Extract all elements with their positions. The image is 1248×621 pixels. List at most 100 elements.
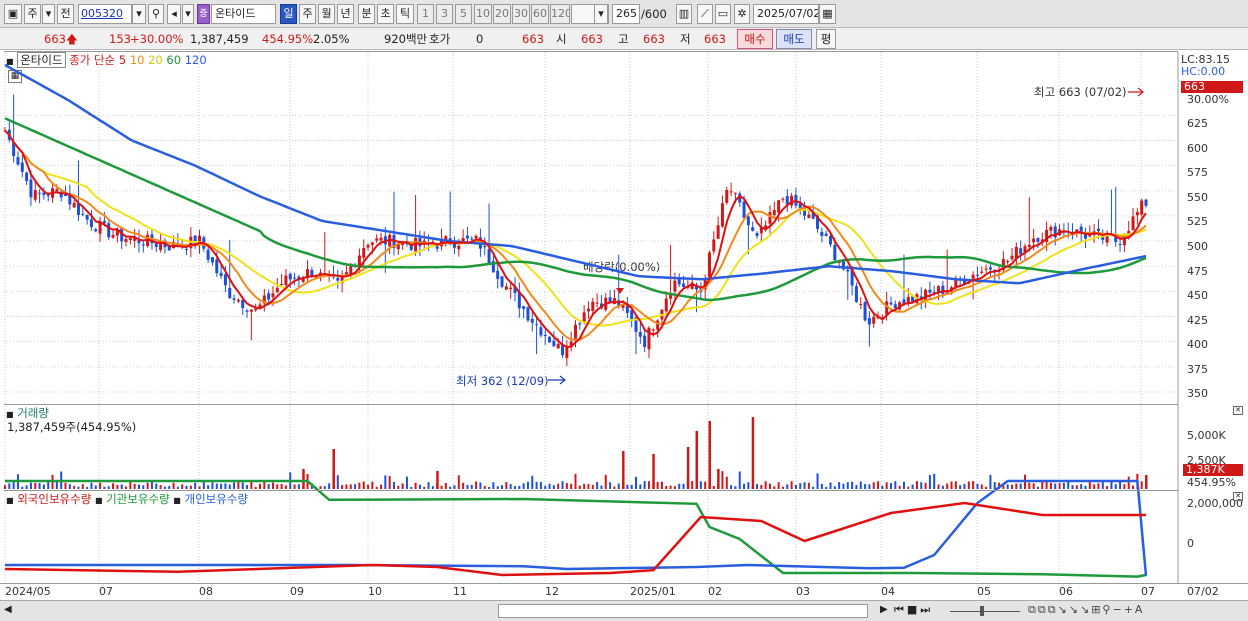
candle-body	[677, 278, 681, 285]
ma-lines	[4, 63, 1147, 348]
candle-body	[928, 289, 932, 293]
candle-body	[772, 210, 776, 216]
playback-controls-icon[interactable]: ⏮■⏭	[894, 603, 933, 617]
candle-body	[487, 248, 491, 264]
candle-body	[556, 343, 560, 349]
candle-body	[984, 268, 988, 270]
scroll-left-icon[interactable]: ◀	[4, 604, 12, 615]
vol-y-tick: 5,000K	[1187, 429, 1226, 442]
close-panel-icon[interactable]: ✕	[1233, 492, 1243, 501]
x-tick: 2025/01	[630, 585, 676, 598]
candle-body	[781, 198, 785, 200]
candle-body	[526, 307, 530, 321]
candle-body	[664, 298, 668, 312]
x-tick: 04	[881, 585, 895, 598]
candle-body	[232, 298, 236, 300]
candle-body	[777, 200, 781, 213]
legend-individual: 개인보유수량	[184, 492, 248, 506]
scroll-thumb[interactable]	[498, 604, 868, 618]
x-axis: 2024/05 07 08 09 10 11 12 2025/01 02 03 …	[0, 583, 1248, 600]
panel-bullet-icon: ■	[94, 496, 103, 505]
candle-body	[980, 271, 984, 273]
candle-body	[971, 274, 975, 279]
candle-body	[725, 190, 729, 203]
candle-body	[284, 275, 288, 286]
candle-body	[375, 238, 379, 241]
candle-body	[673, 280, 677, 292]
candle-body	[746, 216, 750, 226]
legend-institution: 기관보유수량	[106, 492, 170, 506]
candle-body	[94, 229, 98, 232]
candle-body	[574, 324, 577, 339]
candle-body	[370, 242, 374, 245]
volume-current-value: 1,387,459주(454.95%)	[7, 420, 137, 434]
candle-body	[867, 318, 871, 325]
candle-body	[941, 285, 945, 294]
candle-body	[872, 316, 876, 324]
zoom-slider-handle[interactable]	[980, 606, 984, 616]
candle-body	[712, 239, 716, 252]
candle-body	[1140, 200, 1144, 215]
candle-body	[578, 323, 582, 325]
volume-panel[interactable]	[4, 404, 1178, 490]
candle-body	[552, 340, 556, 347]
price-candles	[3, 94, 1148, 367]
candle-body	[89, 219, 93, 228]
candle-body	[236, 299, 240, 302]
candle-body	[707, 252, 711, 278]
candle-body	[228, 287, 232, 299]
candle-body	[154, 243, 158, 248]
candle-body	[1032, 238, 1036, 243]
candle-body	[893, 304, 897, 309]
drawing-tools-icon[interactable]: ⧉⧉⧉↘↘↘⊞⚲−+A	[1028, 603, 1144, 617]
candle-body	[643, 335, 647, 347]
candle-body	[33, 190, 37, 200]
candle-body	[863, 302, 867, 321]
holding-legend: ■ 외국인보유수량 ■ 기관보유수량 ■ 개인보유수량	[6, 491, 248, 507]
candle-body	[1010, 255, 1014, 260]
candle-body	[483, 246, 487, 248]
candle-body	[833, 244, 837, 261]
candle-body	[249, 309, 253, 312]
ma120-line	[4, 63, 1147, 285]
candle-body	[751, 227, 755, 231]
candle-body	[141, 244, 145, 246]
x-tick: 07	[1141, 585, 1155, 598]
candle-body	[565, 346, 569, 359]
candle-body	[561, 345, 565, 356]
ma10-line	[4, 129, 1147, 341]
candle-body	[1049, 226, 1053, 231]
candle-body	[716, 225, 720, 239]
scroll-right-icon[interactable]: ▶	[880, 604, 888, 615]
x-tick: 10	[368, 585, 382, 598]
candle-body	[111, 235, 115, 238]
candle-body	[85, 214, 89, 220]
low-arrow-icon	[548, 375, 566, 385]
candle-body	[720, 203, 724, 227]
candle-body	[1118, 244, 1122, 246]
candle-body	[1131, 216, 1135, 231]
panel-bullet-icon: ■	[6, 410, 14, 419]
candle-body	[336, 277, 340, 281]
candle-body	[1144, 199, 1148, 206]
zoom-slider[interactable]	[950, 611, 1020, 612]
candle-body	[846, 269, 850, 272]
x-right-label: 07/02	[1187, 585, 1219, 598]
candle-body	[1027, 244, 1031, 248]
volume-panel-title: 거래량	[17, 406, 49, 420]
close-panel-icon[interactable]: ✕	[1233, 406, 1243, 415]
candle-body	[504, 286, 508, 290]
x-tick: 03	[796, 585, 810, 598]
chart-scrollbar[interactable]: ◀ ▶ ⏮■⏭ ⧉⧉⧉↘↘↘⊞⚲−+A	[0, 600, 1248, 621]
candle-body	[16, 157, 20, 165]
candle-body	[820, 231, 824, 236]
x-tick: 2024/05	[5, 585, 51, 598]
panel-bullet-icon: ■	[173, 496, 181, 505]
candle-body	[889, 302, 893, 305]
x-tick: 12	[545, 585, 559, 598]
candle-body	[496, 270, 500, 279]
candle-body	[591, 301, 595, 311]
candle-body	[288, 273, 292, 280]
candle-body	[435, 246, 439, 249]
candle-body	[254, 308, 258, 311]
